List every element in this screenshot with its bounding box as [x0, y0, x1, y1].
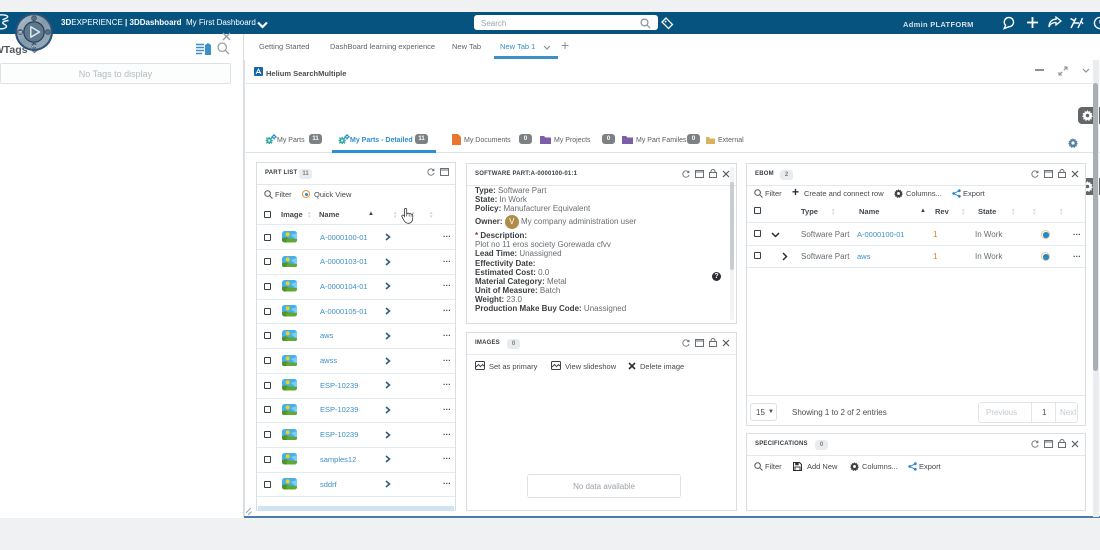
svg-text:V.R: V.R [31, 44, 37, 48]
svg-text:3D: 3D [18, 30, 23, 34]
